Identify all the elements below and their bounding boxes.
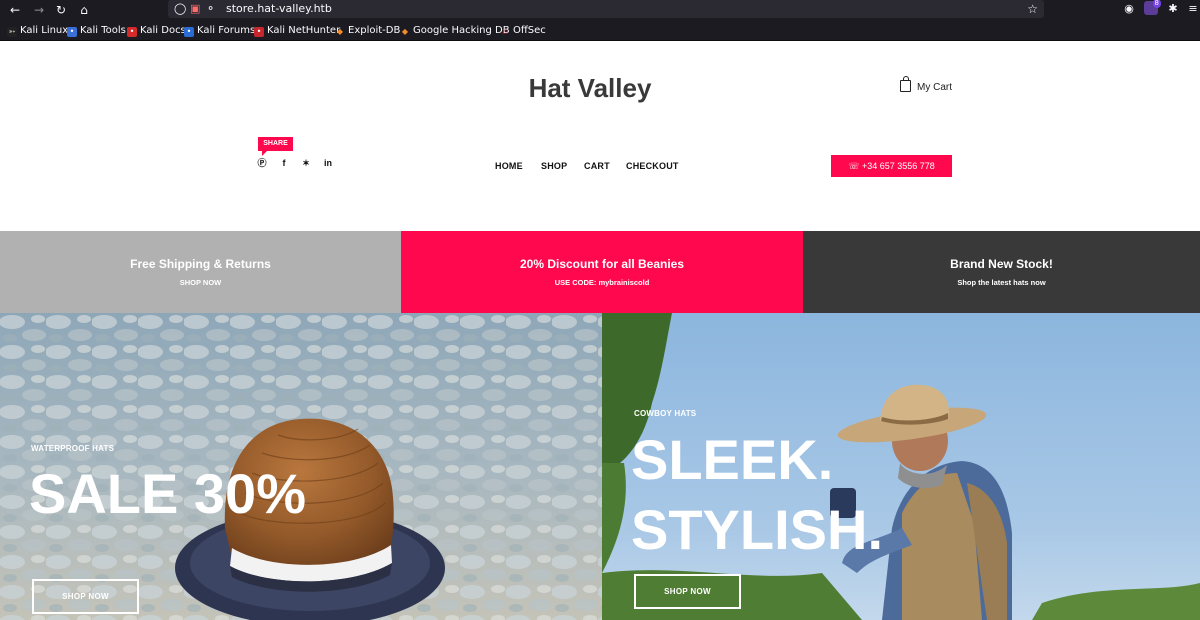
bookmark-kali-docs[interactable]: • Kali Docs: [127, 23, 186, 38]
promo-free-shipping[interactable]: Free Shipping & Returns SHOP NOW: [0, 231, 401, 313]
promo-subtitle: USE CODE: mybrainiscold: [554, 278, 650, 287]
exploit-db-icon: ◆: [336, 27, 344, 36]
extension-badge: 8: [1152, 0, 1161, 8]
nav-home[interactable]: HOME: [495, 159, 523, 173]
nethunter-icon: •: [254, 27, 264, 37]
bookmark-google-hacking-db[interactable]: ◆ Google Hacking DB: [400, 23, 510, 38]
kali-docs-icon: •: [127, 27, 137, 37]
offsec-icon: ♨: [501, 27, 509, 36]
promo-beanie-discount[interactable]: 20% Discount for all Beanies USE CODE: m…: [401, 231, 803, 313]
extensions-puzzle-icon[interactable]: ✱: [1166, 2, 1180, 16]
nav-checkout[interactable]: CHECKOUT: [626, 159, 679, 173]
hero-cowboy-hats: COWBOY HATS SLEEK. STYLISH. SHOP NOW: [602, 313, 1200, 620]
lock-icon[interactable]: ▣: [190, 1, 200, 17]
shopping-bag-icon: [900, 76, 911, 92]
hero-headline-line2: STYLISH.: [631, 498, 884, 561]
bookmark-kali-forums[interactable]: • Kali Forums: [184, 23, 255, 38]
pinterest-icon[interactable]: Ⓟ: [256, 157, 268, 169]
key-icon: ⚬: [206, 2, 216, 15]
promo-title: 20% Discount for all Beanies: [519, 257, 685, 271]
shield-icon[interactable]: ◯: [174, 1, 186, 17]
bookmarks-bar: ➳ Kali Linux • Kali Tools • Kali Docs • Kali…: [0, 20, 1200, 41]
reload-icon[interactable]: ↻: [53, 2, 69, 18]
hero-waterproof-hats: WATERPROOF HATS SALE 30% SHOP NOW: [0, 313, 602, 620]
back-icon[interactable]: ←: [7, 2, 23, 18]
hero-kicker: WATERPROOF HATS: [31, 444, 115, 453]
site-logo[interactable]: Hat Valley: [490, 69, 690, 107]
promo-title: Brand New Stock!: [950, 257, 1053, 271]
pocket-icon[interactable]: ◉: [1122, 2, 1136, 16]
forward-icon[interactable]: →: [31, 2, 47, 18]
promo-subtitle: Shop the latest hats now: [957, 278, 1046, 287]
home-icon[interactable]: ⌂: [76, 2, 92, 18]
address-bar[interactable]: ◯ ▣ ⚬ store.hat-valley.htb ☆: [168, 0, 1044, 18]
my-cart-label: My Cart: [917, 82, 952, 93]
twitter-icon[interactable]: ✶: [300, 157, 312, 169]
promo-subtitle[interactable]: SHOP NOW: [0, 278, 401, 288]
promo-title: Free Shipping & Returns: [130, 257, 271, 271]
my-cart-link[interactable]: My Cart: [900, 76, 952, 96]
menu-icon[interactable]: ≡: [1186, 2, 1200, 16]
nav-cart[interactable]: CART: [584, 159, 610, 173]
ghdb-icon: ◆: [401, 27, 409, 36]
shop-now-button[interactable]: SHOP NOW: [32, 579, 139, 614]
hero-headline-line1: SLEEK.: [631, 428, 834, 491]
bookmark-star-icon[interactable]: ☆: [1027, 0, 1038, 18]
extension-icon[interactable]: 8: [1144, 0, 1161, 15]
nav-shop[interactable]: SHOP: [541, 159, 567, 173]
headset-icon: ☏: [848, 161, 860, 171]
bookmark-kali-nethunter[interactable]: • Kali NetHunter: [254, 23, 340, 38]
bookmark-offsec[interactable]: ♨ OffSec: [500, 23, 545, 38]
hero-kicker: COWBOY HATS: [634, 409, 697, 418]
hero-headline: SALE 30%: [29, 462, 306, 525]
kali-icon: ➳: [7, 27, 17, 37]
linkedin-icon[interactable]: in: [322, 157, 334, 169]
bookmark-kali-tools[interactable]: • Kali Tools: [67, 23, 126, 38]
phone-button[interactable]: ☏ +34 657 3556 778: [831, 155, 952, 177]
url-text[interactable]: store.hat-valley.htb: [226, 0, 332, 18]
phone-number: +34 657 3556 778: [861, 161, 935, 171]
facebook-icon[interactable]: f: [278, 157, 290, 169]
kali-forums-icon: •: [184, 27, 194, 37]
shop-now-button[interactable]: SHOP NOW: [634, 574, 741, 609]
promo-new-stock[interactable]: Brand New Stock! Shop the latest hats no…: [803, 231, 1200, 313]
kali-tools-icon: •: [67, 27, 77, 37]
bookmark-kali-linux[interactable]: ➳ Kali Linux: [7, 23, 68, 38]
bookmark-exploit-db[interactable]: ◆ Exploit-DB: [335, 23, 400, 38]
share-label: SHARE: [258, 137, 293, 156]
website: Hat Valley My Cart SHARE Ⓟ f ✶ in HOME S…: [0, 41, 1200, 620]
browser-toolbar: ← → ↻ ⌂ ◯ ▣ ⚬ store.hat-valley.htb ☆ ◉ 8…: [0, 0, 1200, 20]
